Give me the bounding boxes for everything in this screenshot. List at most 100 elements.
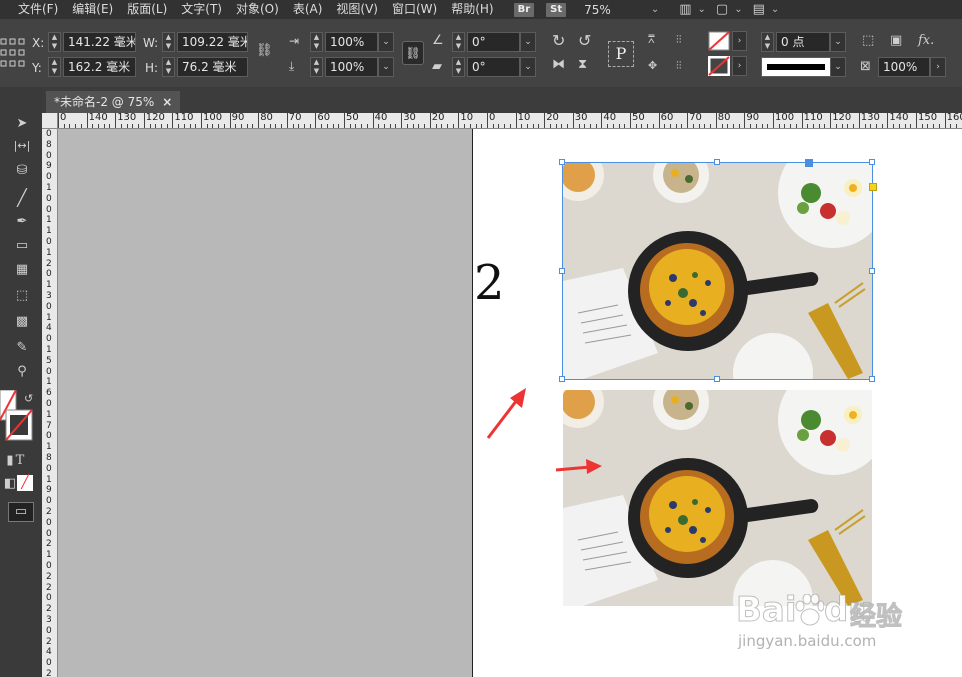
- content-collector-icon[interactable]: ⛁: [12, 162, 32, 180]
- handle-middle-right[interactable]: [869, 268, 875, 274]
- shear-stepper-icon[interactable]: ▲ ▼: [452, 57, 465, 77]
- stroke-weight-chevron-down-icon[interactable]: ⌄: [830, 32, 846, 52]
- menu-window[interactable]: 窗口(W): [386, 0, 445, 19]
- rectangle-tool-icon[interactable]: ▭: [12, 237, 32, 255]
- constrain-scale-link-icon[interactable]: ⛓: [402, 41, 424, 65]
- close-icon[interactable]: ×: [162, 95, 172, 109]
- fill-stroke-swatches-icon[interactable]: ↺: [0, 390, 40, 444]
- horizontal-ruler[interactable]: 0 140 130 120 110 100 90 80 70 60 50 40 30 20 10 0 10 20 3…: [58, 113, 962, 129]
- screen-mode-icon[interactable]: ▢: [716, 2, 728, 17]
- fill-swatch-none-icon[interactable]: [708, 31, 730, 51]
- stock-button[interactable]: St: [546, 2, 567, 17]
- ruler-origin[interactable]: [42, 113, 58, 129]
- scale-y-stepper-icon[interactable]: ▲ ▼: [310, 57, 323, 77]
- stroke-type-chevron-down-icon[interactable]: ⌄: [830, 57, 846, 77]
- table-tool-icon[interactable]: ▦: [12, 261, 32, 279]
- vertical-ruler[interactable]: 0809010011012013014015016017018019020021…: [42, 129, 58, 677]
- menu-help[interactable]: 帮助(H): [445, 0, 501, 19]
- scale-x-stepper-icon[interactable]: ▲ ▼: [310, 32, 323, 52]
- content-grabber-handle[interactable]: [805, 159, 813, 167]
- handle-middle-left[interactable]: [559, 268, 565, 274]
- view-options-chevron-down-icon[interactable]: ⌄: [698, 4, 706, 15]
- opacity-field[interactable]: 100%: [878, 57, 930, 77]
- stroke-type-dropdown[interactable]: [761, 57, 831, 77]
- rotate-stepper-icon[interactable]: ▲ ▼: [452, 32, 465, 52]
- h-stepper-icon[interactable]: ▲ ▼: [162, 57, 175, 77]
- scale-x-chevron-down-icon[interactable]: ⌄: [378, 32, 394, 52]
- gap-tool-icon[interactable]: |↔|: [12, 137, 32, 155]
- ruler-tick-label: 0: [46, 528, 52, 539]
- opacity-dropdown-icon[interactable]: ›: [930, 57, 946, 77]
- handle-top-center[interactable]: [714, 159, 720, 165]
- zoom-tool-icon[interactable]: ⚲: [12, 363, 32, 381]
- menu-edit[interactable]: 编辑(E): [66, 0, 121, 19]
- flip-vertical-icon[interactable]: ⧗: [578, 57, 587, 72]
- select-container-icon[interactable]: ⩞: [648, 33, 655, 47]
- screen-mode-normal-icon[interactable]: ▭: [8, 502, 34, 522]
- stroke-dropdown-icon[interactable]: ›: [732, 56, 747, 76]
- free-transform-tool-icon[interactable]: ⬚: [12, 287, 32, 305]
- selection-tool-icon[interactable]: ➤: [12, 115, 32, 133]
- stroke-swatch-none-icon[interactable]: [708, 56, 730, 76]
- scale-y-chevron-down-icon[interactable]: ⌄: [378, 57, 394, 77]
- menu-layout[interactable]: 版面(L): [121, 0, 175, 19]
- x-field[interactable]: 141.22 毫米: [63, 32, 136, 52]
- line-tool-icon[interactable]: ╱: [12, 189, 32, 207]
- stroke-weight-field[interactable]: 0 点: [776, 32, 830, 52]
- selected-image-frame[interactable]: [563, 163, 872, 379]
- flip-horizontal-icon[interactable]: ⧓: [552, 57, 565, 72]
- select-content-icon[interactable]: ✥: [648, 59, 657, 72]
- formatting-text-icon[interactable]: T: [10, 452, 30, 470]
- arrange-chevron-down-icon[interactable]: ⌄: [771, 4, 779, 15]
- tab-document[interactable]: *未命名-2 @ 75% ×: [46, 91, 181, 113]
- x-stepper-icon[interactable]: ▲ ▼: [48, 32, 61, 52]
- scale-y-field[interactable]: 100%: [325, 57, 378, 77]
- handle-bottom-right[interactable]: [869, 376, 875, 382]
- menu-table[interactable]: 表(A): [287, 0, 331, 19]
- menu-type[interactable]: 文字(T): [175, 0, 230, 19]
- live-corner-handle[interactable]: [869, 183, 877, 191]
- frame-fitting-icon[interactable]: ⬚: [862, 33, 874, 48]
- zoom-level[interactable]: 75%: [584, 3, 611, 17]
- y-stepper-icon[interactable]: ▲ ▼: [48, 57, 61, 77]
- gradient-tool-icon[interactable]: ▩: [12, 313, 32, 331]
- menu-file[interactable]: 文件(F): [0, 0, 66, 19]
- select-next-object-icon[interactable]: ⫶⫶: [676, 59, 682, 73]
- w-field[interactable]: 109.22 毫米: [177, 32, 248, 52]
- handle-top-left[interactable]: [559, 159, 565, 165]
- rotate-chevron-down-icon[interactable]: ⌄: [520, 32, 536, 52]
- drop-shadow-icon[interactable]: ▣: [890, 33, 902, 48]
- rotate-clockwise-icon[interactable]: ↻: [552, 31, 565, 50]
- stroke-weight-stepper-icon[interactable]: ▲ ▼: [761, 32, 774, 52]
- ruler-minor-tick: [326, 124, 328, 128]
- w-stepper-icon[interactable]: ▲ ▼: [162, 32, 175, 52]
- menu-view[interactable]: 视图(V): [330, 0, 386, 19]
- scale-x-field[interactable]: 100%: [325, 32, 378, 52]
- shear-field[interactable]: 0°: [467, 57, 520, 77]
- handle-top-right[interactable]: [869, 159, 875, 165]
- reference-point-icon[interactable]: [0, 33, 26, 73]
- constrain-proportions-icon[interactable]: ⛓: [256, 43, 273, 58]
- eyedropper-tool-icon[interactable]: ✎: [12, 339, 32, 357]
- pen-tool-icon[interactable]: ✒: [12, 213, 32, 231]
- rotate-counterclockwise-icon[interactable]: ↺: [578, 31, 591, 50]
- ruler-minor-tick: [813, 124, 815, 128]
- handle-bottom-center[interactable]: [714, 376, 720, 382]
- select-previous-object-icon[interactable]: ⫶⫶: [676, 33, 682, 47]
- pasteboard[interactable]: [58, 129, 472, 677]
- apply-none-icon[interactable]: ╱: [17, 475, 33, 491]
- y-field[interactable]: 162.2 毫米: [63, 57, 136, 77]
- rotate-field[interactable]: 0°: [467, 32, 520, 52]
- shear-chevron-down-icon[interactable]: ⌄: [520, 57, 536, 77]
- zoom-chevron-down-icon[interactable]: ⌄: [651, 4, 659, 15]
- menu-object[interactable]: 对象(O): [230, 0, 287, 19]
- reference-p-icon[interactable]: P: [608, 41, 634, 67]
- bridge-button[interactable]: Br: [513, 2, 535, 17]
- h-field[interactable]: 76.2 毫米: [177, 57, 248, 77]
- ruler-tick-mark: [172, 113, 174, 128]
- view-options-icon[interactable]: ▥: [679, 2, 691, 17]
- screen-mode-chevron-down-icon[interactable]: ⌄: [734, 4, 742, 15]
- effects-fx-icon[interactable]: fx.: [918, 33, 934, 48]
- fill-dropdown-icon[interactable]: ›: [732, 31, 747, 51]
- arrange-documents-icon[interactable]: ▤: [753, 2, 765, 17]
